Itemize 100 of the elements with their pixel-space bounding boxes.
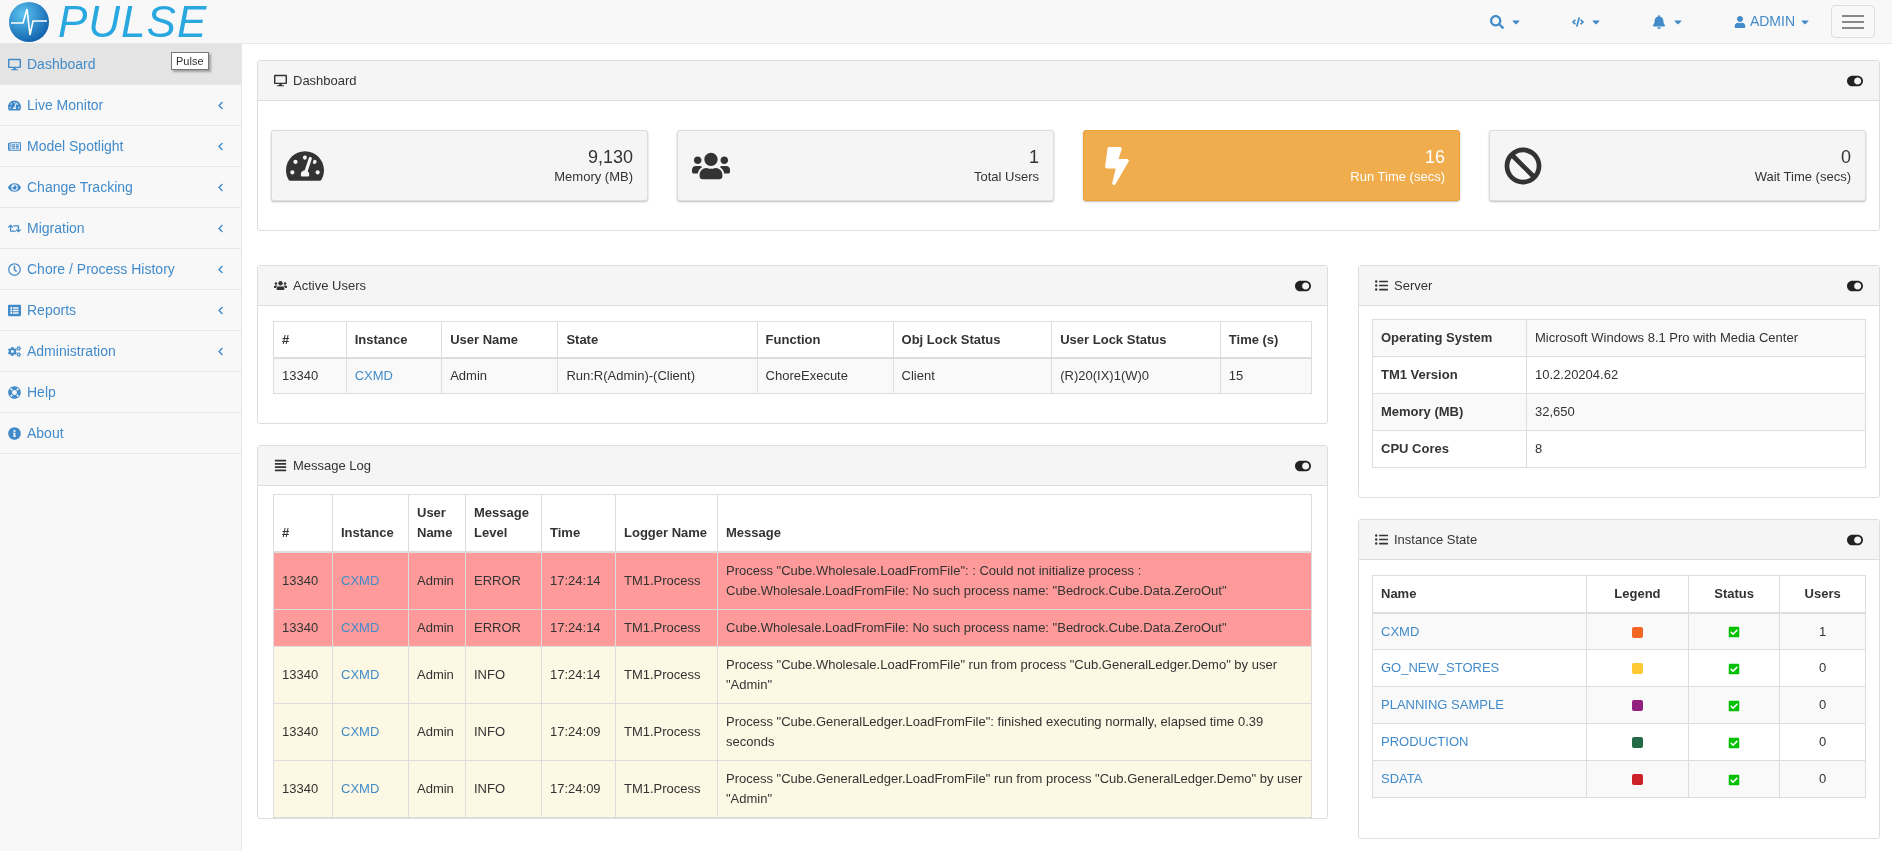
table-cell: Admin <box>408 609 466 647</box>
panel-title: Instance State <box>1394 530 1478 549</box>
column-header: Obj Lock Status <box>893 321 1052 358</box>
panel-title: Server <box>1394 276 1433 295</box>
instance-link[interactable]: CXMD <box>332 760 409 818</box>
code-icon <box>1571 15 1584 28</box>
tooltip: Pulse <box>171 52 209 70</box>
search-icon <box>1489 14 1504 29</box>
table-cell: 13340 <box>273 760 333 818</box>
table-cell: 17:24:09 <box>541 703 616 761</box>
table-cell: 0 <box>1779 649 1866 687</box>
table-cell: Client <box>893 357 1052 394</box>
stat-label: Wait Time (secs) <box>1754 167 1851 186</box>
table-cell: 13340 <box>273 357 347 394</box>
info-icon <box>8 426 21 440</box>
instance-link[interactable]: PRODUCTION <box>1372 723 1587 761</box>
table-cell: (R)20(IX)1(W)0 <box>1051 357 1221 394</box>
stat-value: 1 <box>1029 145 1039 168</box>
lifebuoy-icon <box>8 385 21 399</box>
instance-link[interactable]: GO_NEW_STORES <box>1372 649 1587 687</box>
table-cell: Process "Cube.GeneralLedger.LoadFromFile": finished executing normally, elapsed time 0.39 seconds <box>717 703 1312 761</box>
table-cell: 13340 <box>273 552 333 610</box>
table-cell: 17:24:09 <box>541 760 616 818</box>
list-icon <box>8 303 21 317</box>
ban-icon <box>1504 146 1542 185</box>
table-cell: INFO <box>465 760 542 818</box>
table-cell: Admin <box>408 760 466 818</box>
list-icon <box>1375 279 1388 292</box>
table-cell: TM1 Version <box>1372 356 1527 394</box>
stat-label: Memory (MB) <box>554 167 633 186</box>
table-cell: 0 <box>1779 723 1866 761</box>
table-cell: Admin <box>408 552 466 610</box>
table-cell: 0 <box>1779 686 1866 724</box>
menu-button[interactable] <box>1831 5 1875 38</box>
column-header: Name <box>1372 575 1587 613</box>
table-cell: Cube.Wholesale.LoadFromFile: No such process name: "Bedrock.Cube.Data.ZeroOut" <box>717 609 1312 647</box>
table-cell: TM1.Process <box>615 703 718 761</box>
table-cell: Admin <box>441 357 558 394</box>
stat-value: 16 <box>1424 145 1445 168</box>
stat-value: 0 <box>1841 145 1851 168</box>
stat-label: Run Time (secs) <box>1350 167 1445 186</box>
table-cell: Process "Cube.Wholesale.LoadFromFile": : Could not initialize process : Cube.Wholesale.LoadFromFile: No such process name: "Bedrock.Cube.Data.ZeroOut" <box>717 552 1312 610</box>
table-cell: TM1.Process <box>615 646 718 704</box>
instance-link[interactable]: CXMD <box>332 703 409 761</box>
instance-link[interactable]: CXMD <box>1372 612 1587 650</box>
stat-label: Total Users <box>973 167 1039 186</box>
table-cell: Microsoft Windows 8.1 Pro with Media Center <box>1526 319 1866 357</box>
table-cell: TM1.Process <box>615 760 718 818</box>
table-cell: 13340 <box>273 646 333 704</box>
table-cell: 13340 <box>273 703 333 761</box>
table-cell: 0 <box>1779 760 1866 798</box>
column-header: Function <box>757 321 894 358</box>
table-cell: 10.2.20204.62 <box>1526 356 1866 394</box>
table-cell: Run:R(Admin)-(Client) <box>557 357 758 394</box>
monitor-icon <box>8 57 21 71</box>
table-cell: Process "Cube.GeneralLedger.LoadFromFile" run from process "Cub.GeneralLedger.Demo" by user "Admin" <box>717 760 1312 818</box>
table-cell: 32,650 <box>1526 393 1866 431</box>
table-cell: INFO <box>465 703 542 761</box>
eye-icon <box>8 180 21 194</box>
instance-link[interactable]: CXMD <box>332 609 409 647</box>
table-cell: CPU Cores <box>1372 430 1527 468</box>
table-cell: 13340 <box>273 609 333 647</box>
gears-icon <box>8 344 21 358</box>
column-header: User Lock Status <box>1051 321 1221 358</box>
user-menu[interactable]: ADMIN <box>1723 11 1821 32</box>
column-header: Instance <box>346 321 442 358</box>
table-cell: 17:24:14 <box>541 552 616 610</box>
panel-title: Dashboard <box>293 71 357 90</box>
table-cell: Process "Cube.Wholesale.LoadFromFile" run from process "Cub.GeneralLedger.Demo" by user "Admin" <box>717 646 1312 704</box>
stat-value: 9,130 <box>587 145 633 168</box>
table-cell: TM1.Process <box>615 552 718 610</box>
newspaper-icon <box>8 139 21 153</box>
table-cell: Admin <box>408 646 466 704</box>
table-cell: ERROR <box>465 552 542 610</box>
column-header: Time (s) <box>1220 321 1312 358</box>
column-header: Status <box>1688 575 1780 613</box>
users-icon <box>274 279 287 292</box>
instance-link[interactable]: CXMD <box>332 552 409 610</box>
table-cell: ERROR <box>465 609 542 647</box>
instance-link[interactable]: PLANNING SAMPLE <box>1372 686 1587 724</box>
table-cell: 8 <box>1526 430 1866 468</box>
instance-link[interactable]: SDATA <box>1372 760 1587 798</box>
table-cell: Admin <box>408 703 466 761</box>
gauge-icon <box>8 98 21 112</box>
table-cell: 17:24:14 <box>541 609 616 647</box>
table-cell: Memory (MB) <box>1372 393 1527 431</box>
instance-link[interactable]: CXMD <box>346 357 442 394</box>
table-cell: ChoreExecute <box>757 357 894 394</box>
column-header: Users <box>1779 575 1866 613</box>
user-icon <box>1733 15 1746 28</box>
monitor-icon <box>274 74 287 87</box>
instance-link[interactable]: CXMD <box>332 646 409 704</box>
column-header: User Name <box>441 321 558 358</box>
panel-title: Message Log <box>293 456 372 475</box>
table-cell: 1 <box>1779 612 1866 650</box>
brand-name[interactable]: PULSE <box>58 0 208 44</box>
list-icon <box>1375 533 1388 546</box>
clock-icon <box>8 262 21 276</box>
column-header: State <box>557 321 758 358</box>
table-cell: 17:24:14 <box>541 646 616 704</box>
